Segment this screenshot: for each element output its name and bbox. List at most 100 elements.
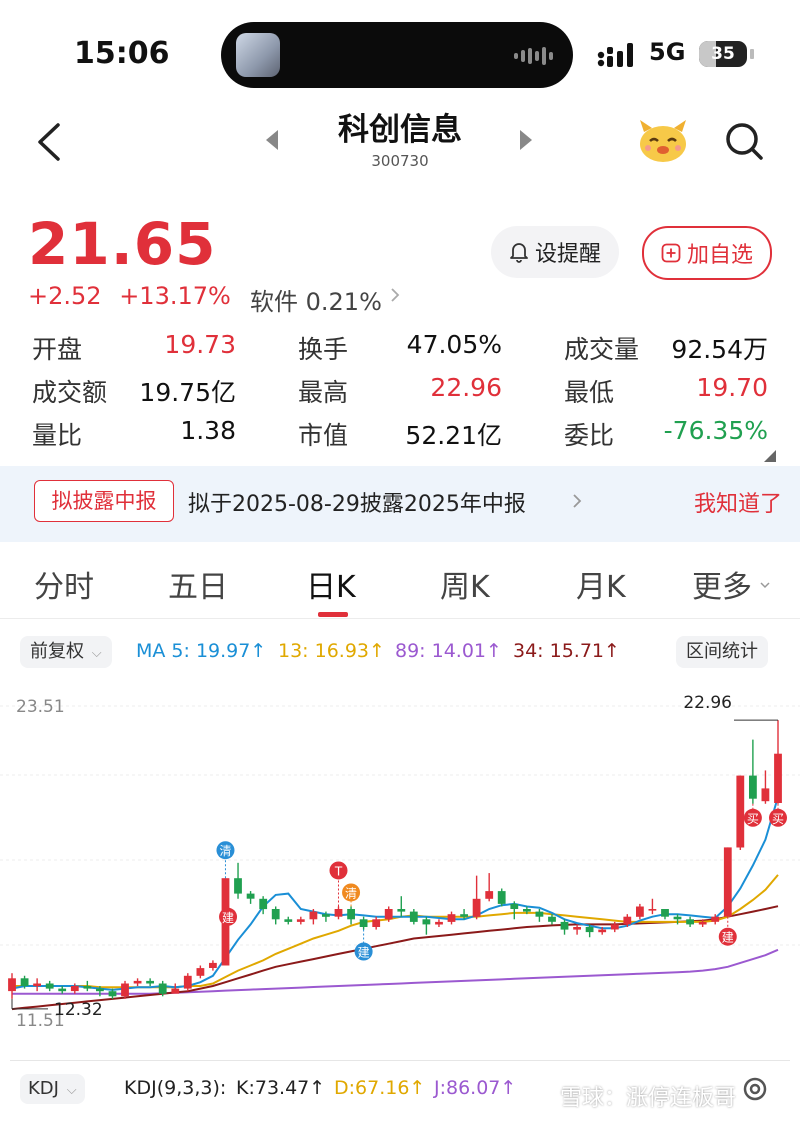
candlestick-chart[interactable]: 23.5111.51 22.9612.32清建T清建建买买 [0,680,800,1050]
disclosure-text[interactable]: 拟于2025-08-29披露2025年中报 [188,486,526,518]
divider [10,1060,790,1061]
candle-body [661,909,669,917]
trade-marker-label: T [334,864,343,878]
signal-icon [597,43,633,67]
back-arrow-icon[interactable] [36,122,62,162]
candle-body [535,911,544,917]
ma13-line [12,874,779,989]
candle-body [171,988,180,994]
candle-body [523,909,531,912]
stat-label-open: 开盘 [32,335,83,364]
disclosure-tag: 拟披露中报 [34,480,174,522]
stat-value-amount: 19.75亿 [139,378,236,407]
tab-daily-k[interactable]: 日K [306,562,356,606]
kdj-j-value: J:86.07↑ [434,1077,517,1099]
mascot-icon[interactable] [636,118,690,164]
ma89-readout: 89: 14.01↑ [395,640,502,662]
expand-stats-icon[interactable] [764,450,776,462]
candle-body [610,924,619,930]
candle-body [673,916,682,920]
stock-code: 300730 [371,152,429,170]
candle-body [183,975,192,989]
stat-value-high: 22.96 [430,373,502,402]
set-alert-label: 设提醒 [534,242,601,267]
add-favorite-button[interactable]: 加自选 [642,226,772,280]
candle-body [209,962,217,968]
chevron-right-icon [573,494,582,508]
audio-wave-icon [514,46,558,66]
tab-five-day[interactable]: 五日 [168,562,228,606]
candle-body [8,978,16,992]
candle-body [271,909,280,920]
stat-value-market-cap: 52.21亿 [405,421,502,450]
candle-body [70,986,79,992]
chevron-down-icon [760,582,770,589]
trade-marker-label: 建 [722,931,734,945]
candle-body [334,909,343,917]
change-amount: +2.52 [28,282,102,310]
candle-body [121,983,129,997]
search-icon[interactable] [723,120,765,162]
candle-body [20,978,29,986]
ma5-readout: MA 5: 19.97↑ [136,640,267,662]
network-type: 5G [649,38,686,66]
chevron-down-icon: ⌵ [66,1083,77,1098]
chevron-right-icon [391,288,400,302]
set-alert-button[interactable]: 设提醒 [491,226,619,278]
candle-body [435,921,443,925]
next-stock-icon[interactable] [520,130,532,150]
battery-icon: 35 [699,41,747,67]
stat-label-market-cap: 市值 [298,421,349,450]
battery-cap [750,49,754,59]
candle-body [409,911,418,922]
kdj-d-value: D:67.16↑ [334,1077,426,1099]
range-stats-button[interactable]: 区间统计 [676,636,768,668]
tab-more[interactable]: 更多 [692,562,752,606]
candle-body [45,983,54,989]
add-favorite-label: 加自选 [686,243,753,268]
max-price-label: 22.96 [683,693,732,713]
adjust-select[interactable]: 前复权 ⌵ [20,636,112,668]
stat-label-volume: 成交量 [564,335,640,364]
sector-link[interactable]: 软件 0.21% [250,282,382,317]
stat-value-order-ratio: -76.35% [663,416,768,445]
ma34-readout: 34: 15.71↑ [513,640,620,662]
kdj-label: KDJ [28,1078,59,1099]
candle-body [623,916,632,925]
candle-body [548,916,556,922]
trade-marker-label: 清 [345,886,357,900]
min-price-label: 12.32 [54,1000,103,1020]
tab-weekly-k[interactable]: 周K [440,562,490,606]
kdj-select[interactable]: KDJ ⌵ [20,1074,85,1104]
trade-marker-label: 建 [222,911,234,925]
stat-value-open: 19.73 [164,330,236,359]
candle-body [33,983,41,987]
candle-body [347,909,355,920]
stat-value-volume: 92.54万 [671,335,768,364]
stat-label-amount: 成交额 [32,378,108,407]
previous-stock-icon[interactable] [266,130,278,150]
stat-label-high: 最高 [298,378,349,407]
candle-body [723,847,732,917]
dismiss-button[interactable]: 我知道了 [694,486,782,518]
stat-label-order-ratio: 委比 [564,421,615,450]
kdj-params: KDJ(9,3,3): [124,1077,227,1099]
candle-body [422,919,431,925]
settings-icon[interactable] [740,1074,770,1104]
battery-level: 35 [711,44,735,64]
bell-icon [510,243,528,263]
candle-body [58,988,67,992]
candle-body [460,914,468,917]
candle-body [96,988,104,992]
stat-label-volume-ratio: 量比 [32,421,83,450]
ma13-readout: 13: 16.93↑ [278,640,385,662]
candle-body [749,775,757,799]
tab-monthly-k[interactable]: 月K [576,562,626,606]
now-playing-avatar [236,33,280,77]
status-time: 15:06 [74,36,170,71]
candle-body [585,927,594,933]
stat-value-volume-ratio: 1.38 [180,416,236,445]
candle-body [83,986,92,989]
candle-body [296,919,305,922]
tab-intraday[interactable]: 分时 [34,562,94,606]
